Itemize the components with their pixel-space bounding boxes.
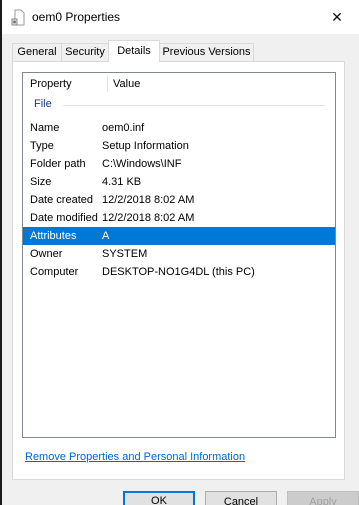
property-value: 12/2/2018 8:02 AM [102, 194, 195, 206]
property-row-size[interactable]: Size 4.31 KB [23, 173, 335, 191]
properties-dialog: oem0 Properties ✕ General Security Detai… [2, 0, 359, 505]
property-name: Owner [30, 248, 63, 260]
property-row-computer[interactable]: Computer DESKTOP-NO1G4DL (this PC) [23, 263, 335, 281]
property-name: Size [30, 176, 52, 188]
property-value: Setup Information [102, 140, 189, 152]
tab-security[interactable]: Security [61, 43, 109, 61]
property-value: DESKTOP-NO1G4DL (this PC) [102, 266, 255, 278]
property-name: Date created [30, 194, 93, 206]
property-value: A [102, 230, 110, 242]
tab-previous-versions[interactable]: Previous Versions [159, 43, 254, 61]
property-name: Name [30, 122, 60, 134]
close-button[interactable]: ✕ [315, 0, 359, 34]
property-row-folder-path[interactable]: Folder path C:\Windows\INF [23, 155, 335, 173]
apply-button[interactable]: Apply [287, 491, 359, 505]
property-name: Folder path [30, 158, 86, 170]
group-header-file: File [23, 96, 335, 114]
property-value: 12/2/2018 8:02 AM [102, 212, 195, 224]
ok-button[interactable]: OK [123, 491, 195, 505]
column-header: Property Value [23, 73, 335, 95]
close-icon: ✕ [331, 8, 343, 25]
remove-properties-link[interactable]: Remove Properties and Personal Informati… [25, 451, 245, 463]
property-name: Date modified [30, 212, 98, 224]
group-divider [63, 105, 325, 106]
property-name: Attributes [30, 230, 77, 242]
cancel-button[interactable]: Cancel [205, 491, 277, 505]
group-label: File [34, 98, 52, 110]
property-name: Computer [30, 266, 79, 278]
tab-details[interactable]: Details [108, 40, 160, 62]
property-row-name[interactable]: Name oem0.inf [23, 119, 335, 137]
property-value: C:\Windows\INF [102, 158, 182, 170]
window-title: oem0 Properties [32, 10, 121, 24]
property-row-date-modified[interactable]: Date modified 12/2/2018 8:02 AM [23, 209, 335, 227]
details-panel: Property Value File Name oem0.inf Type S… [12, 61, 345, 480]
property-value: 4.31 KB [102, 176, 142, 188]
title-bar: oem0 Properties ✕ [2, 0, 359, 34]
property-row-type[interactable]: Type Setup Information [23, 137, 335, 155]
tab-general[interactable]: General [12, 43, 62, 61]
property-value: SYSTEM [102, 248, 148, 260]
column-header-value[interactable]: Value [107, 73, 307, 95]
property-name: Type [30, 140, 54, 152]
property-row-date-created[interactable]: Date created 12/2/2018 8:02 AM [23, 191, 335, 209]
dialog-buttons: OK Cancel Apply [2, 485, 359, 505]
property-row-owner[interactable]: Owner SYSTEM [23, 245, 335, 263]
property-row-attributes[interactable]: Attributes A [23, 227, 335, 245]
details-list[interactable]: Property Value File Name oem0.inf Type S… [22, 72, 336, 438]
property-value: oem0.inf [102, 122, 145, 134]
column-header-property[interactable]: Property [23, 73, 107, 95]
inf-file-icon [10, 9, 26, 27]
